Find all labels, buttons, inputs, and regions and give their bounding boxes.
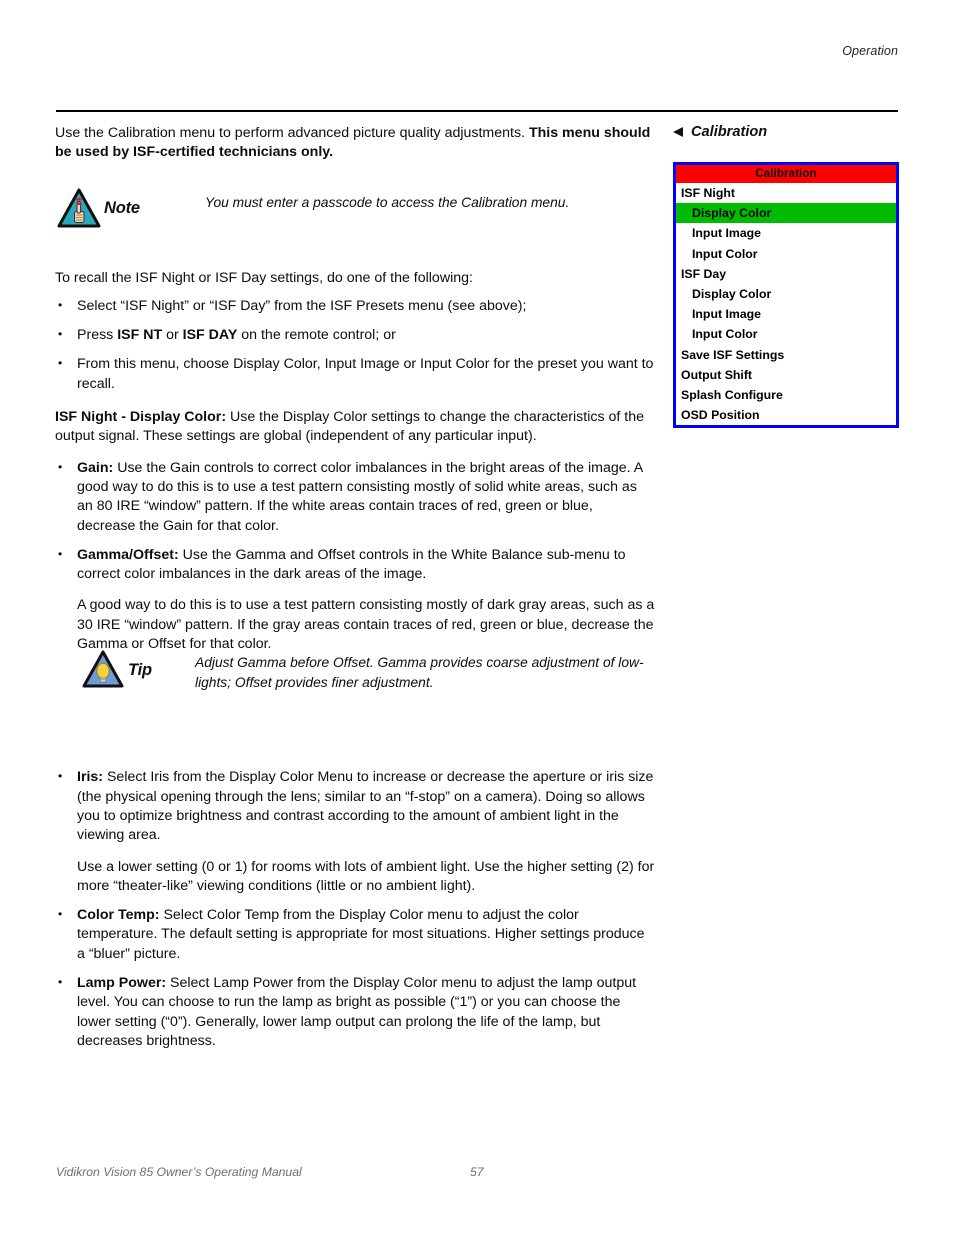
bullet-text: or: [162, 327, 183, 344]
osd-item-isf-day-input-color[interactable]: Input Color: [676, 324, 896, 345]
osd-item-isf-day-display-color[interactable]: Display Color: [676, 283, 896, 305]
osd-item-splash-configure[interactable]: Splash Configure: [676, 384, 896, 406]
osd-item-osd-position[interactable]: OSD Position: [676, 405, 896, 426]
list-item: Lamp Power: Select Lamp Power from the D…: [55, 973, 655, 1051]
tip-label: Tip: [128, 661, 152, 679]
display-color-heading-paragraph: ISF Night - Display Color: Use the Displ…: [55, 408, 655, 447]
running-head: Operation: [842, 44, 898, 58]
osd-menu-title: Calibration: [676, 165, 896, 183]
sidebar-column: Calibration Calibration ISF Night Displa…: [673, 124, 899, 429]
list-item: Press ISF NT or ISF DAY on the remote co…: [55, 325, 655, 345]
osd-item-isf-night-input-image[interactable]: Input Image: [676, 223, 896, 244]
bullet-text: Select “ISF Night” or “ISF Day” from the…: [77, 297, 527, 314]
osd-item-isf-day[interactable]: ISF Day: [676, 263, 896, 284]
item-term-gain: Gain:: [77, 459, 114, 476]
tip-lightbulb-triangle-icon: [82, 650, 124, 688]
list-item: Select “ISF Night” or “ISF Day” from the…: [55, 296, 655, 316]
sidebar-heading: Calibration: [673, 124, 899, 140]
intro-plain: Use the Calibration menu to perform adva…: [55, 125, 529, 141]
osd-item-isf-night[interactable]: ISF Night: [676, 183, 896, 204]
note-admonition: Note You must enter a passcode to access…: [57, 188, 657, 240]
recall-lead: To recall the ISF Night or ISF Day setti…: [55, 269, 473, 286]
bullet-text: Press: [77, 327, 118, 344]
tip-admonition: Tip Adjust Gamma before Offset. Gamma pr…: [82, 650, 662, 706]
bullet-text: on the remote control; or: [237, 327, 396, 344]
tip-text: Adjust Gamma before Offset. Gamma provid…: [195, 655, 644, 690]
footer-page-number: 57: [470, 1165, 484, 1179]
osd-item-save-isf-settings[interactable]: Save ISF Settings: [676, 344, 896, 365]
item-extra: Use a lower setting (0 or 1) for rooms w…: [77, 858, 655, 894]
main-text-column: Use the Calibration menu to perform adva…: [55, 124, 655, 1061]
intro-paragraph: Use the Calibration menu to perform adva…: [55, 124, 655, 163]
display-color-term: ISF Night - Display Color:: [55, 409, 227, 426]
recall-bullet-list: Select “ISF Night” or “ISF Day” from the…: [55, 296, 655, 394]
note-triangle-icon: [57, 188, 101, 228]
header-rule: [56, 110, 898, 112]
item-term-gamma-offset: Gamma/Offset:: [77, 546, 179, 563]
list-item: From this menu, choose Display Color, In…: [55, 354, 655, 394]
item-term-lamp-power: Lamp Power:: [77, 975, 167, 992]
bullet-bold-isf-day: ISF DAY: [182, 327, 238, 344]
list-item: Gain: Use the Gain controls to correct c…: [55, 458, 655, 536]
item-text: Select Iris from the Display Color Menu …: [77, 769, 654, 844]
bullet-text: From this menu, choose Display Color, In…: [77, 356, 654, 392]
item-text: Select Color Temp from the Display Color…: [77, 907, 645, 962]
osd-menu[interactable]: Calibration ISF Night Display Color Inpu…: [673, 162, 899, 429]
triangle-left-icon: [673, 127, 683, 137]
list-item: Color Temp: Select Color Temp from the D…: [55, 905, 655, 964]
footer-manual-title: Vidikron Vision 85 Owner’s Operating Man…: [56, 1165, 302, 1179]
list-item: Iris: Select Iris from the Display Color…: [55, 767, 655, 896]
display-color-bullet-list-2: Iris: Select Iris from the Display Color…: [55, 767, 655, 1051]
item-text: Use the Gain controls to correct color i…: [77, 459, 643, 534]
osd-item-isf-night-input-color[interactable]: Input Color: [676, 243, 896, 264]
item-extra: A good way to do this is to use a test p…: [77, 597, 655, 653]
document-page: Operation Use the Calibration menu to pe…: [0, 0, 954, 1235]
note-label: Note: [104, 199, 140, 217]
sidebar-heading-label: Calibration: [691, 124, 768, 140]
display-color-bullet-list: Gain: Use the Gain controls to correct c…: [55, 458, 655, 655]
list-item: Gamma/Offset: Use the Gamma and Offset c…: [55, 545, 655, 654]
bullet-bold-isf-nt: ISF NT: [117, 327, 163, 344]
osd-item-isf-day-input-image[interactable]: Input Image: [676, 304, 896, 325]
osd-item-isf-night-display-color[interactable]: Display Color: [676, 203, 896, 224]
item-term-color-temp: Color Temp:: [77, 907, 160, 924]
osd-item-output-shift[interactable]: Output Shift: [676, 364, 896, 385]
note-text: You must enter a passcode to access the …: [205, 195, 570, 210]
item-term-iris: Iris:: [77, 769, 104, 786]
